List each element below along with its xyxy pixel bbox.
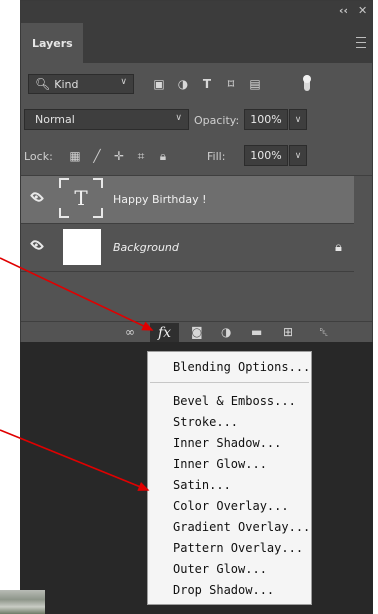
menu-item-outer-glow[interactable]: Outer Glow... — [173, 562, 267, 576]
close-panel-icon[interactable]: ✕ — [358, 4, 367, 17]
menu-item-bevel-emboss[interactable]: Bevel & Emboss... — [173, 394, 296, 408]
type-filter-icon[interactable]: T — [195, 76, 219, 92]
lock-pixels-icon[interactable]: ╱ — [86, 148, 108, 164]
lock-position-icon[interactable]: ✛ — [108, 148, 130, 164]
layer-row-background[interactable]: Background 🔒︎ — [21, 224, 354, 272]
collapse-panel-icon[interactable]: ‹‹ — [339, 4, 348, 17]
search-icon: 🔍︎ — [35, 77, 51, 91]
fill-label: Fill: — [207, 150, 226, 163]
blend-mode-value: Normal — [35, 113, 75, 126]
background-layer-thumbnail — [63, 229, 101, 265]
lock-label: Lock: — [24, 150, 53, 163]
menu-item-inner-shadow[interactable]: Inner Shadow... — [173, 436, 281, 450]
layers-bottom-toolbar: ∞ fx ◙ ◑ ▬ ⊞ ␡ — [21, 321, 372, 343]
menu-item-satin[interactable]: Satin... — [173, 478, 231, 492]
tab-layers[interactable]: Layers — [21, 23, 83, 63]
layer-row-happy-birthday[interactable]: T Happy Birthday ! — [21, 176, 354, 224]
fx-button[interactable]: fx — [150, 323, 179, 343]
image-filter-icon[interactable]: ▣ — [147, 76, 171, 92]
opacity-field[interactable]: 100% — [244, 109, 288, 130]
filter-kind-select[interactable]: 🔍︎ Kind ∨ — [28, 74, 134, 94]
opacity-dropdown-button[interactable]: ∨ — [289, 109, 307, 130]
layers-list: T Happy Birthday ! Background 🔒︎ — [21, 175, 372, 272]
add-mask-icon[interactable]: ◙ — [191, 325, 203, 339]
menu-item-gradient-overlay[interactable]: Gradient Overlay... — [173, 520, 310, 534]
lock-icon: 🔒︎ — [335, 240, 342, 255]
adjustment-layer-icon[interactable]: ◑ — [221, 325, 231, 339]
layer-filter-row: 🔍︎ Kind ∨ ▣ ◑ T ⌑ ▤ — [21, 63, 372, 103]
filter-toggle-switch[interactable] — [303, 75, 311, 91]
fill-field[interactable]: 100% — [244, 145, 288, 166]
menu-item-inner-glow[interactable]: Inner Glow... — [173, 457, 267, 471]
eye-visibility-icon[interactable] — [29, 237, 45, 253]
blend-mode-select[interactable]: Normal ∨ — [24, 109, 189, 130]
shape-filter-icon[interactable]: ⌑ — [219, 76, 243, 92]
chevron-down-icon: ∨ — [120, 77, 127, 87]
blend-row: Normal ∨ Opacity: 100% ∨ — [21, 105, 372, 135]
layer-name[interactable]: Background — [113, 241, 179, 254]
eye-visibility-icon[interactable] — [29, 189, 45, 205]
filter-kind-label: Kind — [54, 77, 79, 91]
menu-item-drop-shadow[interactable]: Drop Shadow... — [173, 583, 274, 597]
fill-dropdown-button[interactable]: ∨ — [289, 145, 307, 166]
menu-item-blending-options[interactable]: Blending Options... — [173, 360, 310, 374]
lock-icons: ▦ ╱ ✛ ⌗ 🔒︎ — [64, 148, 174, 164]
lock-row: Lock: ▦ ╱ ✛ ⌗ 🔒︎ Fill: 100% ∨ — [21, 141, 372, 171]
panel-tab-bar: Layers — [21, 23, 372, 63]
lock-artboard-icon[interactable]: ⌗ — [130, 148, 152, 164]
lock-all-icon[interactable]: 🔒︎ — [152, 148, 174, 164]
panel-menu-icon[interactable] — [356, 37, 366, 48]
lock-transparency-icon[interactable]: ▦ — [64, 148, 86, 164]
delete-layer-icon[interactable]: ␡ — [319, 325, 329, 340]
photo-thumbnail — [0, 590, 45, 614]
filter-icons: ▣ ◑ T ⌑ ▤ — [147, 76, 267, 92]
type-layer-thumbnail: T — [59, 178, 103, 218]
type-thumb-glyph: T — [74, 186, 88, 210]
layer-name[interactable]: Happy Birthday ! — [113, 193, 207, 206]
layers-panel: ‹‹ ✕ Layers 🔍︎ Kind ∨ ▣ ◑ T ⌑ ▤ Normal ∨… — [20, 0, 373, 343]
menu-separator — [150, 382, 309, 383]
chevron-down-icon: ∨ — [175, 113, 182, 123]
smart-object-filter-icon[interactable]: ▤ — [243, 76, 267, 92]
menu-item-stroke[interactable]: Stroke... — [173, 415, 238, 429]
layer-style-menu: Blending Options... Bevel & Emboss... St… — [147, 351, 312, 605]
menu-item-color-overlay[interactable]: Color Overlay... — [173, 499, 289, 513]
opacity-label: Opacity: — [194, 114, 240, 127]
adjustment-filter-icon[interactable]: ◑ — [171, 76, 195, 92]
menu-item-pattern-overlay[interactable]: Pattern Overlay... — [173, 541, 303, 555]
link-layers-icon[interactable]: ∞ — [125, 325, 135, 339]
new-group-icon[interactable]: ▬ — [251, 325, 262, 339]
new-layer-icon[interactable]: ⊞ — [283, 325, 293, 339]
panel-title-strip: ‹‹ ✕ — [21, 1, 372, 23]
